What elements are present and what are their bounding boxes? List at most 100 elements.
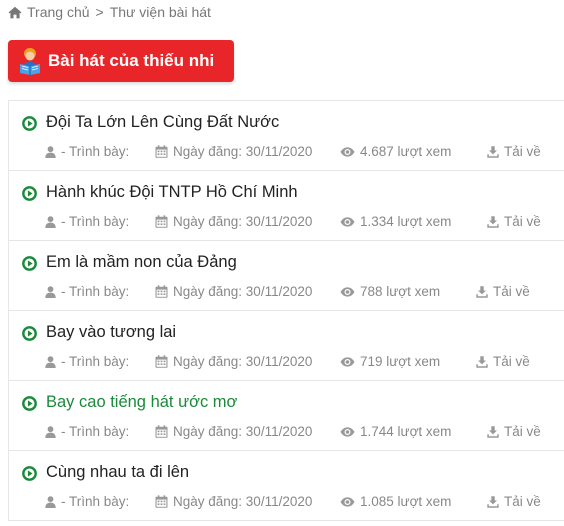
song-meta: - Trình bày: Ngày đăng: 30/11/2020: [9, 494, 564, 510]
view-count-label: 1.744 lượt xem: [360, 424, 452, 439]
child-reading-icon: [20, 48, 40, 75]
post-date-label: Ngày đăng: 30/11/2020: [173, 354, 313, 369]
song-row: Hành khúc Đội TNTP Hồ Chí Minh - Trình b…: [8, 171, 564, 241]
eye-icon: [340, 146, 355, 157]
song-list: Đội Ta Lớn Lên Cùng Đất Nước - Trình bày…: [8, 100, 564, 521]
download-icon: [487, 215, 499, 228]
performer-label: - Trình bày:: [61, 424, 130, 439]
song-row: Đội Ta Lớn Lên Cùng Đất Nước - Trình bày…: [8, 101, 564, 171]
home-icon: [8, 6, 22, 18]
calendar-icon: [155, 495, 168, 508]
breadcrumb-current-link[interactable]: Thư viện bài hát: [110, 4, 211, 20]
play-circle-icon[interactable]: [22, 116, 37, 131]
eye-icon: [340, 426, 355, 437]
performer-label: - Trình bày:: [61, 494, 130, 509]
breadcrumb-home-link[interactable]: Trang chủ: [27, 4, 90, 20]
calendar-icon: [155, 425, 168, 438]
section-header: Bài hát của thiếu nhi: [8, 40, 234, 82]
download-link[interactable]: Tải về: [476, 284, 530, 299]
performer: - Trình bày:: [45, 214, 129, 229]
post-date: Ngày đăng: 30/11/2020: [155, 354, 312, 369]
performer: - Trình bày:: [45, 494, 129, 509]
download-label: Tải về: [504, 424, 541, 439]
song-title-link[interactable]: Bay cao tiếng hát ước mơ: [46, 393, 237, 412]
breadcrumb-separator: >: [95, 4, 104, 20]
download-icon: [476, 285, 488, 298]
song-meta: - Trình bày: Ngày đăng: 30/11/2020: [9, 354, 564, 370]
song-meta: - Trình bày: Ngày đăng: 30/11/2020: [9, 284, 564, 300]
download-label: Tải về: [504, 494, 541, 509]
download-label: Tải về: [493, 354, 530, 369]
calendar-icon: [155, 215, 168, 228]
view-count: 1.744 lượt xem: [340, 424, 451, 439]
song-meta: - Trình bày: Ngày đăng: 30/11/2020: [9, 214, 564, 230]
calendar-icon: [155, 285, 168, 298]
user-icon: [45, 145, 56, 158]
song-row: Em là mầm non của Đảng - Trình bày: Ngày…: [8, 241, 564, 311]
performer-label: - Trình bày:: [61, 284, 130, 299]
song-row: Bay vào tương lai - Trình bày: Ngày đăng…: [8, 311, 564, 381]
post-date: Ngày đăng: 30/11/2020: [155, 214, 312, 229]
song-title-link[interactable]: Đội Ta Lớn Lên Cùng Đất Nước: [46, 113, 279, 132]
view-count-label: 4.687 lượt xem: [360, 144, 452, 159]
post-date: Ngày đăng: 30/11/2020: [155, 284, 312, 299]
user-icon: [45, 285, 56, 298]
view-count-label: 719 lượt xem: [360, 354, 441, 369]
download-link[interactable]: Tải về: [476, 354, 530, 369]
download-link[interactable]: Tải về: [487, 424, 541, 439]
post-date: Ngày đăng: 30/11/2020: [155, 494, 312, 509]
play-circle-icon[interactable]: [22, 326, 37, 341]
performer: - Trình bày:: [45, 144, 129, 159]
download-label: Tải về: [504, 144, 541, 159]
download-label: Tải về: [493, 284, 530, 299]
download-label: Tải về: [504, 214, 541, 229]
post-date-label: Ngày đăng: 30/11/2020: [173, 494, 313, 509]
performer-label: - Trình bày:: [61, 144, 130, 159]
performer: - Trình bày:: [45, 354, 129, 369]
performer-label: - Trình bày:: [61, 214, 130, 229]
song-row: Bay cao tiếng hát ước mơ - Trình bày: Ng…: [8, 381, 564, 451]
user-icon: [45, 215, 56, 228]
song-meta: - Trình bày: Ngày đăng: 30/11/2020: [9, 424, 564, 440]
song-row: Cùng nhau ta đi lên - Trình bày: Ngày đă…: [8, 451, 564, 521]
performer: - Trình bày:: [45, 284, 129, 299]
play-circle-icon[interactable]: [22, 256, 37, 271]
view-count-label: 1.085 lượt xem: [360, 494, 452, 509]
view-count: 719 lượt xem: [340, 354, 440, 369]
calendar-icon: [155, 355, 168, 368]
song-title-link[interactable]: Bay vào tương lai: [46, 323, 176, 342]
play-circle-icon[interactable]: [22, 466, 37, 481]
view-count: 4.687 lượt xem: [340, 144, 451, 159]
download-link[interactable]: Tải về: [487, 144, 541, 159]
view-count-label: 788 lượt xem: [360, 284, 441, 299]
user-icon: [45, 355, 56, 368]
post-date: Ngày đăng: 30/11/2020: [155, 144, 312, 159]
song-meta: - Trình bày: Ngày đăng: 30/11/2020: [9, 144, 564, 160]
post-date-label: Ngày đăng: 30/11/2020: [173, 214, 313, 229]
eye-icon: [340, 356, 355, 367]
performer-label: - Trình bày:: [61, 354, 130, 369]
post-date-label: Ngày đăng: 30/11/2020: [173, 424, 313, 439]
view-count: 1.085 lượt xem: [340, 494, 451, 509]
breadcrumb: Trang chủ > Thư viện bài hát: [8, 3, 211, 21]
download-icon: [487, 145, 499, 158]
eye-icon: [340, 216, 355, 227]
download-link[interactable]: Tải về: [487, 494, 541, 509]
performer: - Trình bày:: [45, 424, 129, 439]
download-icon: [487, 425, 499, 438]
song-title-link[interactable]: Cùng nhau ta đi lên: [46, 463, 189, 482]
download-icon: [487, 495, 499, 508]
section-title: Bài hát của thiếu nhi: [48, 51, 215, 70]
download-link[interactable]: Tải về: [487, 214, 541, 229]
view-count-label: 1.334 lượt xem: [360, 214, 452, 229]
view-count: 1.334 lượt xem: [340, 214, 451, 229]
play-circle-icon[interactable]: [22, 186, 37, 201]
song-title-link[interactable]: Em là mầm non của Đảng: [46, 253, 237, 272]
user-icon: [45, 425, 56, 438]
user-icon: [45, 495, 56, 508]
play-circle-icon[interactable]: [22, 396, 37, 411]
song-title-link[interactable]: Hành khúc Đội TNTP Hồ Chí Minh: [46, 183, 298, 202]
post-date-label: Ngày đăng: 30/11/2020: [173, 284, 313, 299]
view-count: 788 lượt xem: [340, 284, 440, 299]
download-icon: [476, 355, 488, 368]
